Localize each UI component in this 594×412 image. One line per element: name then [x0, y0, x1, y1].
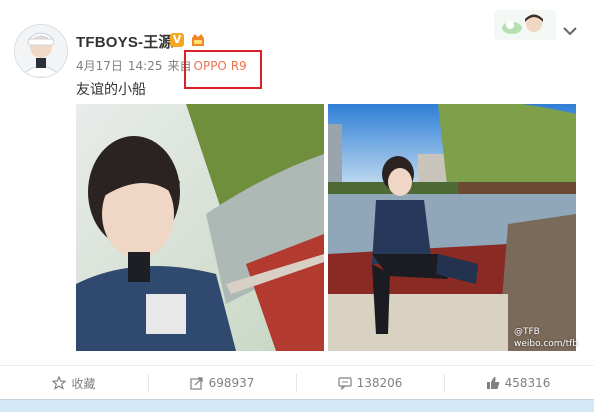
action-bar: 收藏 698937 138206 458316 [0, 365, 594, 400]
verified-badge-icon: V [170, 33, 184, 47]
favorite-label: 收藏 [71, 376, 96, 391]
share-count: 698937 [208, 376, 255, 390]
vip-badge-icon[interactable] [190, 32, 206, 48]
username-link[interactable]: TFBOYS-王源 [76, 31, 174, 52]
like-count: 458316 [504, 376, 551, 390]
watermark-url: weibo.com/tfb [514, 339, 578, 349]
comment-button[interactable]: 138206 [296, 366, 444, 400]
share-button[interactable]: 698937 [148, 366, 296, 400]
profile-thumbnail[interactable] [494, 10, 556, 40]
chevron-down-icon[interactable] [563, 26, 577, 36]
comment-icon [337, 377, 352, 390]
share-icon [189, 377, 203, 390]
thumbs-up-icon [486, 377, 499, 389]
highlight-box [184, 50, 262, 89]
watermark-handle: @TFB [514, 327, 540, 337]
comment-count: 138206 [356, 376, 403, 390]
feed-separator [0, 399, 594, 412]
post-time[interactable]: 14:25 [128, 59, 163, 73]
star-icon [52, 376, 67, 390]
favorite-button[interactable]: 收藏 [0, 366, 148, 400]
photo-selfie[interactable] [76, 104, 324, 351]
like-button[interactable]: 458316 [444, 366, 592, 400]
photo-boat[interactable] [328, 104, 576, 351]
post-date[interactable]: 4月17日 [76, 57, 123, 74]
weibo-post-card: TFBOYS-王源 V 4月17日14:25来自OPPO R9 友谊的小船 [0, 0, 594, 399]
post-text: 友谊的小船 [76, 82, 146, 98]
avatar[interactable] [14, 24, 68, 78]
